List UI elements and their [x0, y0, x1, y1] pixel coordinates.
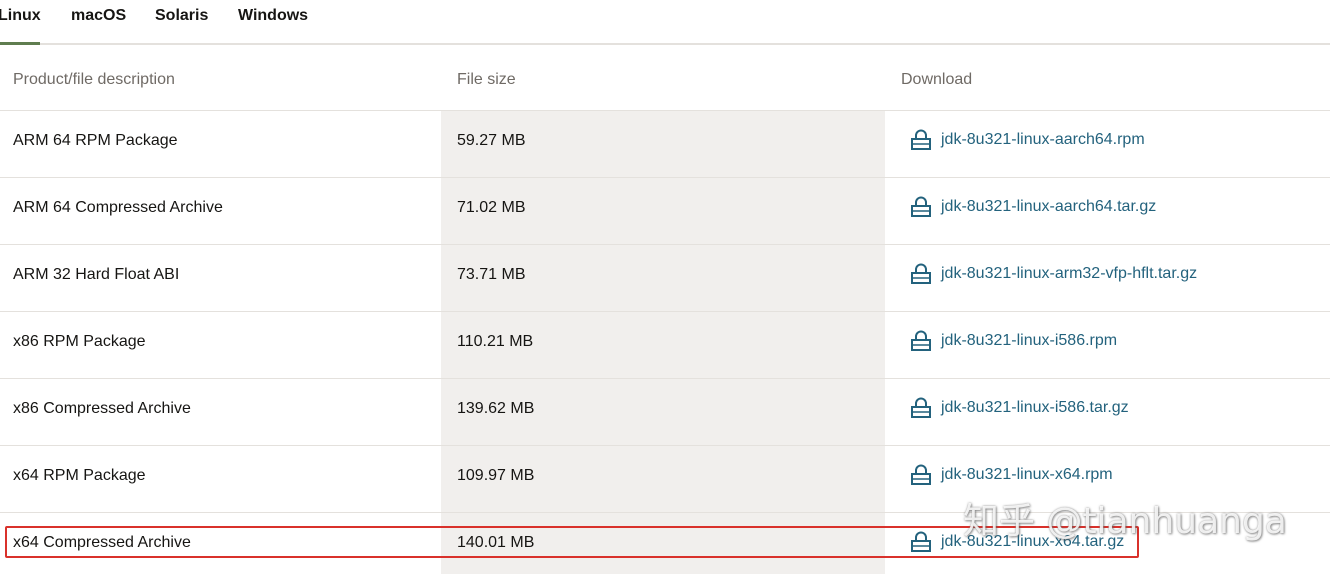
tab-macos[interactable]: macOS: [71, 6, 126, 45]
lock-icon: [911, 397, 931, 418]
download-link[interactable]: jdk-8u321-linux-arm32-vfp-hflt.tar.gz: [900, 263, 1197, 285]
file-size: 71.02 MB: [457, 199, 526, 216]
download-filename: jdk-8u321-linux-aarch64.tar.gz: [941, 198, 1157, 215]
file-size: 110.21 MB: [457, 333, 534, 350]
table-row: x86 Compressed Archive 139.62 MB jdk-8u321…: [0, 379, 1330, 446]
download-link[interactable]: jdk-8u321-linux-aarch64.tar.gz: [900, 196, 1156, 218]
table-header: Product/file description File size Downl…: [0, 45, 1330, 111]
file-description: x86 RPM Package: [13, 333, 146, 350]
file-description: x86 Compressed Archive: [13, 400, 191, 417]
table-row: ARM 32 Hard Float ABI 73.71 MB jdk-8u321-l…: [0, 245, 1330, 312]
header-description: Product/file description: [13, 71, 175, 88]
download-link[interactable]: jdk-8u321-linux-x64.rpm: [900, 464, 1113, 486]
header-file-size: File size: [457, 71, 516, 88]
file-size: 73.71 MB: [457, 266, 526, 283]
tab-windows[interactable]: Windows: [238, 6, 308, 45]
tab-solaris[interactable]: Solaris: [155, 6, 208, 45]
file-description: ARM 64 Compressed Archive: [13, 199, 223, 216]
download-link[interactable]: jdk-8u321-linux-i586.tar.gz: [900, 397, 1129, 419]
lock-icon: [911, 464, 931, 485]
lock-icon: [911, 263, 931, 284]
tab-label: Solaris: [155, 7, 209, 24]
lock-icon: [911, 330, 931, 351]
file-description: ARM 32 Hard Float ABI: [13, 266, 180, 283]
tab-label: Windows: [238, 7, 309, 24]
download-filename: jdk-8u321-linux-i586.tar.gz: [941, 399, 1129, 416]
download-filename: jdk-8u321-linux-arm32-vfp-hflt.tar.gz: [941, 265, 1198, 282]
table-row: ARM 64 Compressed Archive 71.02 MB jdk-8u3…: [0, 178, 1330, 245]
file-description: ARM 64 RPM Package: [13, 132, 178, 149]
file-size: 59.27 MB: [457, 132, 526, 149]
watermark: 知乎 @tianhuanga: [963, 501, 1287, 542]
tab-label: Linux: [0, 7, 41, 24]
tab-linux[interactable]: Linux: [0, 6, 41, 45]
file-size: 109.97 MB: [457, 467, 535, 484]
lock-icon: [911, 129, 931, 150]
table-row: x86 RPM Package 110.21 MB jdk-8u321-linux-…: [0, 312, 1330, 379]
download-filename: jdk-8u321-linux-aarch64.rpm: [941, 131, 1145, 148]
file-size: 139.62 MB: [457, 400, 535, 417]
lock-icon: [911, 196, 931, 217]
download-link[interactable]: jdk-8u321-linux-i586.rpm: [900, 330, 1117, 352]
download-filename: jdk-8u321-linux-i586.rpm: [941, 332, 1118, 349]
download-filename: jdk-8u321-linux-x64.rpm: [941, 466, 1113, 483]
os-tabs: Linux macOS Solaris Windows: [0, 0, 1330, 45]
tab-label: macOS: [71, 7, 127, 24]
header-download: Download: [901, 71, 973, 88]
table-row: ARM 64 RPM Package 59.27 MB jdk-8u321-linu…: [0, 111, 1330, 178]
download-link[interactable]: jdk-8u321-linux-aarch64.rpm: [900, 129, 1145, 151]
file-description: x64 RPM Package: [13, 467, 146, 484]
